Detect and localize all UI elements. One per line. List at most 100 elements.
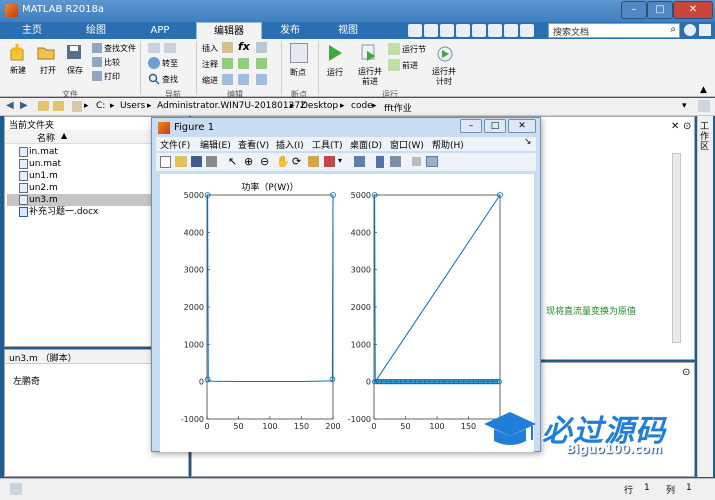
breakpoints-button[interactable]: 断点 [290,67,306,78]
legend-icon[interactable] [390,156,401,167]
path-segment[interactable]: Administrator.WIN7U-20180127Z [157,101,306,111]
open-file-icon[interactable] [175,156,187,167]
tab-plots[interactable]: 绘图 [68,22,124,39]
maximize-button[interactable]: □ [647,1,673,19]
quick-paste-icon[interactable] [456,24,470,37]
advance-button[interactable]: 前进 [402,60,418,71]
figure-dock-icon[interactable]: ↘ [524,137,532,147]
print-figure-icon[interactable] [206,156,217,167]
insert-section-icon[interactable] [222,42,233,53]
find-files-button[interactable]: 查找文件 [104,43,136,54]
fx-icon[interactable]: fx [238,40,250,53]
increase-indent-icon[interactable] [238,74,249,85]
run-icon[interactable] [326,43,344,63]
run-section-icon[interactable] [388,43,400,55]
browse-folder-icon[interactable] [53,101,64,111]
advance-icon[interactable] [388,59,400,71]
path-segment[interactable]: C: [96,101,105,111]
tab-home[interactable]: 主页 [4,22,60,39]
new-button[interactable]: 新建 [10,65,26,76]
figure-canvas[interactable]: -1000 0 1000 2000 3000 4000 5000 0 50 100 150 200 功率… [160,174,534,452]
comment-button[interactable]: 注释 [202,59,218,70]
goto-button[interactable]: 转至 [162,58,178,69]
forward-arrow-icon[interactable]: ▶ [20,100,28,111]
collapse-ribbon-icon[interactable]: ▲ [700,85,707,95]
run-section-button[interactable]: 运行节 [402,44,426,55]
back-nav-icon[interactable] [148,43,160,53]
comment-percent-icon[interactable] [222,58,233,69]
quick-cut-icon[interactable] [424,24,438,37]
plot-svg[interactable]: -10000100020003000400050000 50 100 150 200功率… [160,174,534,452]
path-segment[interactable]: Desktop [301,101,338,111]
tab-view[interactable]: 视图 [320,22,376,39]
path-search-icon[interactable] [698,100,710,112]
smart-indent-icon[interactable] [222,74,233,85]
expand-icon[interactable] [699,24,711,36]
figure-close-button[interactable]: ✕ [508,119,536,133]
run-time-button[interactable]: 运行并 计时 [432,67,456,87]
editor-menu-icon[interactable]: ⊙ [683,121,691,132]
insert-button[interactable]: 插入 [202,43,218,54]
brush-dropdown-icon[interactable]: ▾ [338,156,342,165]
find-button[interactable]: 查找 [162,74,178,85]
column-name-label[interactable]: 名称 [37,131,55,144]
compare-button[interactable]: 比较 [104,57,120,68]
folder-up-icon[interactable] [38,101,49,111]
compare-icon[interactable] [92,57,102,67]
insert-menu-icon[interactable] [256,42,267,53]
save-button[interactable]: 保存 [67,65,83,76]
sort-icon[interactable]: ▲ [61,131,67,140]
figure-menu-edit[interactable]: 编辑(E) [200,138,231,151]
goto-icon[interactable] [148,57,160,69]
hide-tools-icon[interactable] [412,157,421,166]
search-box[interactable]: 搜索文档 ⌕ [548,23,680,38]
command-menu-icon[interactable]: ⊙ [682,367,690,378]
figure-menu-tools[interactable]: 工具(T) [312,138,343,151]
run-advance-icon[interactable] [360,43,378,63]
figure-menu-view[interactable]: 查看(V) [238,138,269,151]
new-figure-icon[interactable] [160,156,171,168]
figure-menu-desktop[interactable]: 桌面(D) [350,138,382,151]
uncomment-icon[interactable] [256,58,267,69]
find-files-icon[interactable] [92,43,102,53]
link-plot-icon[interactable] [354,156,365,167]
run-button[interactable]: 运行 [327,67,343,78]
figure-menu-help[interactable]: 帮助(H) [432,138,464,151]
zoom-in-icon[interactable]: ⊕ [244,155,253,168]
search-icon[interactable]: ⌕ [670,24,676,35]
find-icon[interactable] [148,73,160,85]
show-tools-icon[interactable] [426,156,438,167]
address-dropdown-icon[interactable]: ▾ [682,101,687,111]
open-icon[interactable] [36,43,56,61]
brush-icon[interactable] [324,156,335,167]
path-segment[interactable]: fft作业 [384,101,412,114]
forward-nav-icon[interactable] [164,43,176,53]
search-input[interactable]: 搜索文档 [553,25,589,38]
run-advance-button[interactable]: 运行并 前进 [358,67,382,87]
indent-button[interactable]: 缩进 [202,75,218,86]
decrease-indent-icon[interactable] [256,74,267,85]
quick-copy-icon[interactable] [440,24,454,37]
save-figure-icon[interactable] [191,156,202,167]
rotate-icon[interactable]: ⟳ [292,155,301,168]
wrap-comment-icon[interactable] [238,58,249,69]
quick-switch-icon[interactable] [504,24,518,37]
path-segment[interactable]: code [351,101,373,111]
quick-undo-icon[interactable] [472,24,486,37]
quick-save-icon[interactable] [408,24,422,37]
new-icon[interactable] [8,43,28,61]
tab-editor[interactable]: 编辑器 [196,22,262,39]
figure-minimize-button[interactable]: – [460,119,482,133]
tab-publish[interactable]: 发布 [262,22,318,39]
path-segment[interactable]: Users [120,101,145,111]
quick-redo-icon[interactable] [488,24,502,37]
tab-apps[interactable]: APP [132,22,188,39]
minimize-button[interactable]: – [621,1,647,19]
close-button[interactable]: ✕ [673,1,713,19]
save-icon[interactable] [64,43,84,61]
open-button[interactable]: 打开 [40,65,56,76]
pan-icon[interactable]: ✋ [276,155,290,168]
print-icon[interactable] [92,71,102,81]
run-time-icon[interactable] [436,43,454,63]
figure-menu-file[interactable]: 文件(F) [160,138,190,151]
